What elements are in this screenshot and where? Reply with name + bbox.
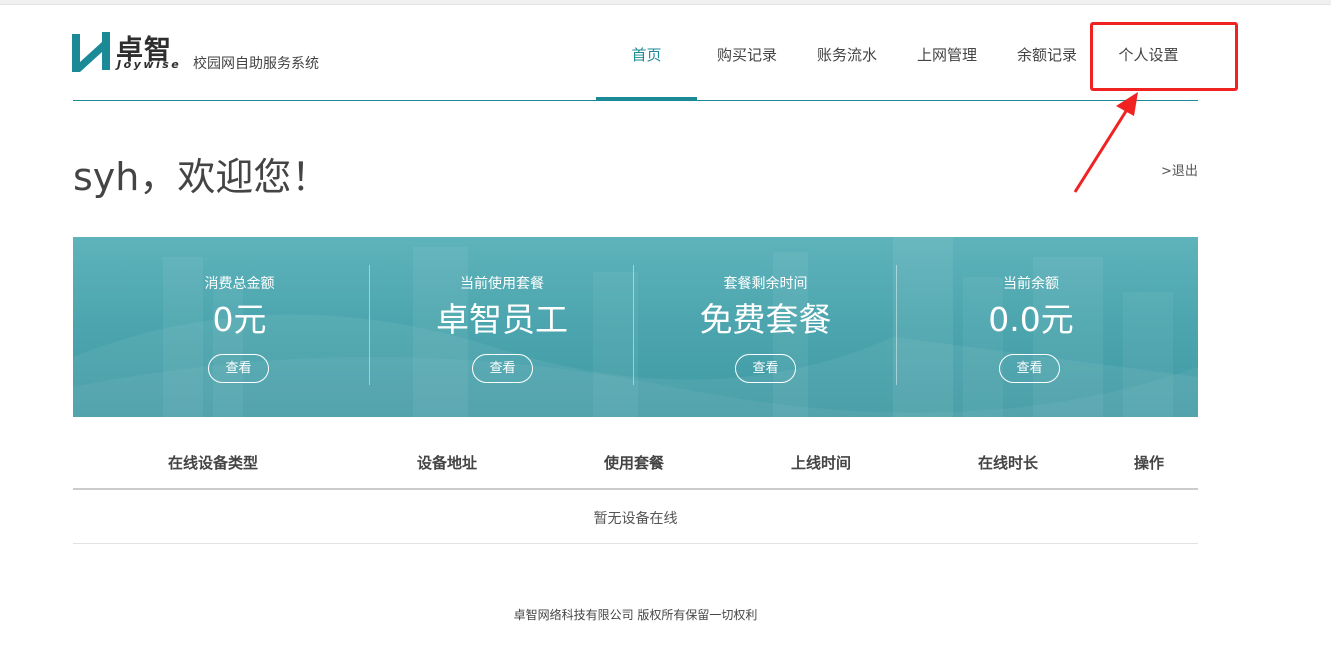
table-header-divider (73, 488, 1198, 490)
header-divider (73, 100, 1198, 101)
logo-name-en: Joywise (117, 58, 182, 71)
view-current-balance-button[interactable]: 查看 (999, 354, 1060, 383)
nav-item-internet-management[interactable]: 上网管理 (897, 30, 997, 101)
stat-package-remaining-time: 套餐剩余时间 免费套餐 查看 (634, 237, 897, 417)
annotation-highlight-box (1090, 22, 1238, 91)
welcome-heading: syh，欢迎您！ (73, 155, 330, 199)
view-current-package-button[interactable]: 查看 (472, 354, 533, 383)
stat-label: 当前余额 (1003, 276, 1059, 292)
summary-banner: 消费总金额 0元 查看 当前使用套餐 卓智员工 查看 套餐剩余时间 免费套餐 查… (73, 237, 1198, 417)
stat-current-package: 当前使用套餐 卓智员工 查看 (370, 237, 634, 417)
nav-item-home[interactable]: 首页 (596, 30, 697, 101)
stat-label: 当前使用套餐 (460, 276, 544, 292)
browser-top-edge (0, 0, 1331, 5)
table-bottom-divider (73, 543, 1198, 544)
table-header-device-address: 设备地址 (416, 454, 477, 472)
joywise-logo-icon (72, 32, 110, 72)
table-header-actions: 操作 (1133, 454, 1164, 472)
annotation-arrow-icon (1073, 92, 1138, 193)
table-header-package: 使用套餐 (603, 454, 664, 472)
stat-total-spending: 消费总金额 0元 查看 (73, 237, 406, 417)
stat-value: 0.0元 (988, 300, 1074, 339)
table-header-device-type: 在线设备类型 (167, 454, 258, 472)
logo-subtitle: 校园网自助服务系统 (193, 56, 319, 72)
stat-value: 免费套餐 (699, 300, 832, 339)
stat-current-balance: 当前余额 0.0元 查看 (897, 237, 1165, 417)
table-header-online-time: 上线时间 (790, 454, 851, 472)
logo[interactable]: 卓智 Joywise 校园网自助服务系统 (72, 32, 342, 76)
stat-label: 套餐剩余时间 (723, 276, 808, 292)
nav-item-purchase-records[interactable]: 购买记录 (697, 30, 797, 101)
table-header-online-duration: 在线时长 (977, 454, 1038, 472)
footer-copyright: 卓智网络科技有限公司 版权所有保留一切权利 (513, 608, 758, 622)
stat-label: 消费总金额 (204, 276, 275, 292)
view-package-remaining-button[interactable]: 查看 (735, 354, 796, 383)
logout-link[interactable]: >退出 (1161, 160, 1198, 179)
table-empty-message: 暂无设备在线 (593, 511, 678, 527)
stat-value: 0元 (212, 300, 267, 339)
stat-value: 卓智员工 (436, 300, 568, 339)
view-total-spending-button[interactable]: 查看 (208, 354, 269, 383)
nav-item-billing-flow[interactable]: 账务流水 (797, 30, 897, 101)
